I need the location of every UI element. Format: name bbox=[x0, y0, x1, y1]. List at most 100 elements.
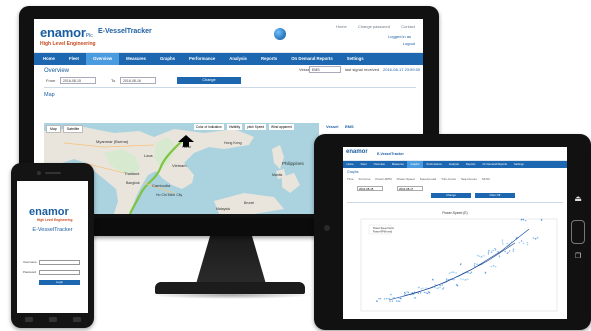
globe-icon bbox=[274, 28, 286, 40]
tablet-logo: enamor bbox=[346, 149, 368, 155]
header-link-change-password[interactable]: Change password bbox=[358, 24, 390, 29]
scatter-point bbox=[389, 300, 391, 302]
scatter-point bbox=[476, 254, 479, 257]
nav-on-demand-reports[interactable]: On Demand Reports bbox=[284, 53, 340, 65]
scatter-point bbox=[492, 265, 494, 267]
scatter-point bbox=[397, 300, 399, 302]
tablet-filter-button[interactable]: Filter Off bbox=[475, 193, 515, 198]
side-vessel-label: Vessel bbox=[326, 124, 339, 129]
subtab-sfoc[interactable]: SFOC bbox=[482, 177, 490, 181]
nav-reports[interactable]: Reports bbox=[254, 53, 284, 65]
scatter-point bbox=[473, 264, 476, 267]
scatter-point bbox=[389, 294, 392, 296]
nav-graphs[interactable]: Graphs bbox=[153, 53, 182, 65]
scatter-point bbox=[445, 279, 448, 281]
scatter-point bbox=[431, 278, 434, 281]
tablet-nav-on-demand[interactable]: On Demand Reports bbox=[479, 161, 511, 168]
tablet-nav-performance[interactable]: Performance bbox=[423, 161, 445, 168]
subtab-sea-curves[interactable]: Sea-Curves bbox=[461, 177, 477, 181]
scatter-point bbox=[419, 292, 422, 294]
tablet-nav-analysis[interactable]: Analysis bbox=[445, 161, 462, 168]
subtab-time[interactable]: Time bbox=[347, 177, 354, 181]
legend-label-2: Power-RPM trend bbox=[373, 231, 393, 234]
logout-link[interactable]: Logout bbox=[403, 41, 415, 46]
phone-menu-button[interactable] bbox=[73, 317, 81, 322]
brand-logo[interactable]: enamorPlc High Level Engineering bbox=[40, 24, 96, 47]
to-date-input[interactable]: 2016-08-16 bbox=[120, 77, 156, 84]
scatter-point bbox=[425, 292, 427, 294]
from-label: From bbox=[46, 78, 56, 83]
scatter-point bbox=[450, 271, 452, 274]
tablet-nav-measures[interactable]: Measures bbox=[388, 161, 407, 168]
nav-fleet[interactable]: Fleet bbox=[62, 53, 86, 65]
map-label-myanmar: Myanmar (Burma) bbox=[96, 139, 129, 144]
subtab-power-speed[interactable]: Power-Speed bbox=[397, 177, 415, 181]
vessel-select[interactable]: EMS bbox=[309, 66, 341, 73]
map-type-satellite[interactable]: Satellite bbox=[62, 125, 84, 133]
scatter-point bbox=[403, 293, 406, 296]
scatter-point bbox=[412, 293, 415, 296]
scatter-point bbox=[423, 291, 426, 294]
monitor-stand-base bbox=[155, 282, 305, 294]
map-label-laos: Laos bbox=[144, 153, 153, 158]
scatter-point bbox=[525, 220, 527, 222]
header-link-contact[interactable]: Contact bbox=[401, 24, 415, 29]
tablet-nav-overview[interactable]: Overview bbox=[370, 161, 388, 168]
layer-pitch-speed[interactable]: pitch Speed bbox=[245, 124, 267, 130]
subtab-power-rpm[interactable]: Power-RPM bbox=[375, 177, 391, 181]
scatter-point bbox=[480, 256, 482, 258]
map-label-philippines: Philippines bbox=[282, 161, 304, 166]
phone-home-button[interactable] bbox=[49, 317, 57, 322]
tablet-nav-graphs[interactable]: Graphs bbox=[407, 161, 423, 168]
nav-overview[interactable]: Overview bbox=[85, 53, 120, 65]
tablet-from-input[interactable]: 2016-08-15 bbox=[357, 186, 383, 191]
tablet-to-input[interactable]: 2016-08-17 bbox=[397, 186, 423, 191]
phone-speaker bbox=[45, 172, 61, 174]
tablet-camera bbox=[324, 225, 330, 231]
scatter-point bbox=[495, 266, 497, 268]
nav-settings[interactable]: Settings bbox=[340, 53, 371, 65]
scatter-point bbox=[469, 272, 471, 274]
nav-performance[interactable]: Performance bbox=[182, 53, 222, 65]
tablet-nav-home[interactable]: Home bbox=[343, 161, 357, 168]
subtab-kt-curve[interactable]: Kt-Curve bbox=[359, 177, 371, 181]
scatter-point bbox=[498, 256, 501, 258]
scatter-point bbox=[492, 249, 494, 252]
change-button[interactable]: Change bbox=[177, 77, 241, 84]
tablet-change-button[interactable]: Change bbox=[431, 193, 471, 198]
tablet-header: enamor E-VesselTracker bbox=[343, 147, 567, 161]
scatter-point bbox=[518, 242, 521, 244]
layer-visibility[interactable]: Visibility bbox=[226, 124, 243, 130]
subtab-speed-load[interactable]: Speed-Load bbox=[420, 177, 436, 181]
phone-back-button[interactable] bbox=[25, 317, 33, 322]
map-label-ho-chi-minh: Ho Chi Minh City bbox=[156, 193, 183, 197]
phone-password-input[interactable] bbox=[39, 270, 80, 275]
subtab-trim-curve[interactable]: Trim-Curve bbox=[441, 177, 456, 181]
tablet-nav-fleet[interactable]: Fleet bbox=[357, 161, 370, 168]
from-date-input[interactable]: 2016-08-15 bbox=[60, 77, 96, 84]
tablet-nav-reports[interactable]: Reports bbox=[462, 161, 478, 168]
scatter-point bbox=[386, 298, 388, 300]
tablet-divider bbox=[347, 202, 563, 203]
tablet-nav-settings[interactable]: Settings bbox=[510, 161, 527, 168]
tablet-graph-controls: Graphs Time Kt-Curve Power-RPM Power-Spe… bbox=[343, 168, 567, 208]
scatter-point bbox=[490, 251, 493, 253]
phone-login-button[interactable]: Login bbox=[39, 280, 80, 285]
scatter-point bbox=[434, 284, 436, 286]
nav-analysis[interactable]: Analysis bbox=[222, 53, 254, 65]
tablet-chart: Power-Speed (E) Power-Speed trend Power-… bbox=[343, 209, 567, 319]
layer-color-indication[interactable]: Color of Indication bbox=[194, 124, 224, 130]
map-type-map[interactable]: Map bbox=[46, 125, 61, 133]
nav-measures[interactable]: Measures bbox=[119, 53, 153, 65]
tablet-home-button[interactable] bbox=[571, 220, 585, 244]
map-title: Map bbox=[44, 92, 55, 98]
scatter-point bbox=[414, 297, 417, 299]
layer-wind-apparent[interactable]: Wind apparent bbox=[269, 124, 294, 130]
scatter-point bbox=[442, 287, 445, 289]
nav-home[interactable]: Home bbox=[36, 53, 62, 65]
header-link-home[interactable]: Home bbox=[336, 24, 347, 29]
phone-username-input[interactable] bbox=[39, 260, 80, 265]
scatter-point bbox=[428, 292, 431, 294]
scatter-point bbox=[456, 285, 459, 287]
scatter-point bbox=[452, 271, 454, 273]
